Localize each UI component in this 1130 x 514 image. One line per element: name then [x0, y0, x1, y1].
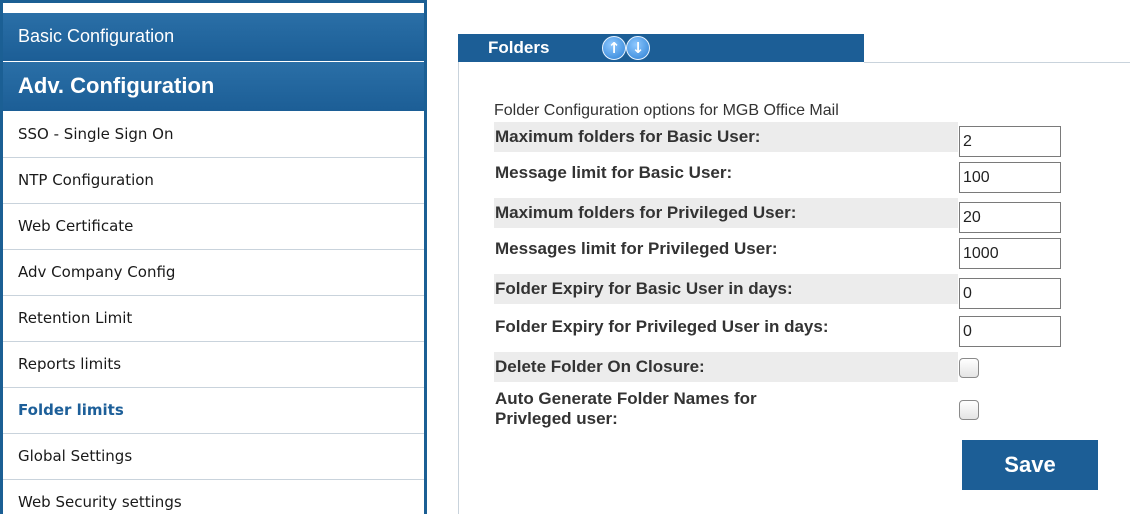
- checkbox-label: Delete Folder On Closure:: [494, 352, 958, 382]
- field-label: Folder Expiry for Basic User in days:: [494, 274, 958, 304]
- folders-panel: Folders ↑ ↓ Folder Configuration options…: [458, 34, 1130, 514]
- field-label: Folder Expiry for Privileged User in day…: [495, 317, 829, 336]
- sidebar-header-basic-configuration[interactable]: Basic Configuration: [3, 12, 424, 62]
- checkbox-label: Auto Generate Folder Names for Privleged…: [494, 386, 958, 436]
- sidebar-item-retention-limit[interactable]: Retention Limit: [3, 296, 424, 342]
- field-label: Maximum folders for Basic User:: [494, 122, 958, 152]
- sidebar-item-web-certificate[interactable]: Web Certificate: [3, 204, 424, 250]
- delete-folder-on-closure-checkbox[interactable]: [959, 358, 979, 378]
- sidebar-header-adv-configuration[interactable]: Adv. Configuration: [3, 62, 424, 112]
- sidebar-item-sso[interactable]: SSO - Single Sign On: [3, 112, 424, 158]
- folder-expiry-privileged-input[interactable]: 0: [959, 316, 1061, 347]
- max-folders-basic-input[interactable]: 2: [959, 126, 1061, 157]
- sidebar-item-global-settings[interactable]: Global Settings: [3, 434, 424, 480]
- sidebar-top-strip: [3, 0, 424, 12]
- checkbox-label-line1: Auto Generate Folder Names for: [495, 389, 757, 408]
- sidebar-item-folder-limits[interactable]: Folder limits: [3, 388, 424, 434]
- checkbox-label-line2: Privleged user:: [495, 409, 618, 428]
- save-button[interactable]: Save: [962, 440, 1098, 490]
- sidebar-item-adv-company-config[interactable]: Adv Company Config: [3, 250, 424, 296]
- sidebar-item-reports-limits[interactable]: Reports limits: [3, 342, 424, 388]
- message-limit-basic-input[interactable]: 100: [959, 162, 1061, 193]
- field-label: Messages limit for Privileged User:: [495, 239, 778, 258]
- sidebar-nav: Basic Configuration Adv. Configuration S…: [0, 0, 427, 514]
- field-label: Message limit for Basic User:: [495, 163, 733, 182]
- messages-limit-privileged-input[interactable]: 1000: [959, 238, 1061, 269]
- panel-title: Folders: [488, 38, 550, 57]
- sidebar-item-ntp-configuration[interactable]: NTP Configuration: [3, 158, 424, 204]
- max-folders-privileged-input[interactable]: 20: [959, 202, 1061, 233]
- sidebar-item-web-security-settings[interactable]: Web Security settings: [3, 480, 424, 514]
- intro-text: Folder Configuration options for MGB Off…: [494, 102, 839, 119]
- arrow-down-icon[interactable]: ↓: [626, 36, 650, 60]
- field-label: Maximum folders for Privileged User:: [494, 198, 958, 228]
- panel-title-tab: Folders: [458, 34, 864, 62]
- arrow-up-icon[interactable]: ↑: [602, 36, 626, 60]
- folder-expiry-basic-input[interactable]: 0: [959, 278, 1061, 309]
- auto-generate-folder-names-checkbox[interactable]: [959, 400, 979, 420]
